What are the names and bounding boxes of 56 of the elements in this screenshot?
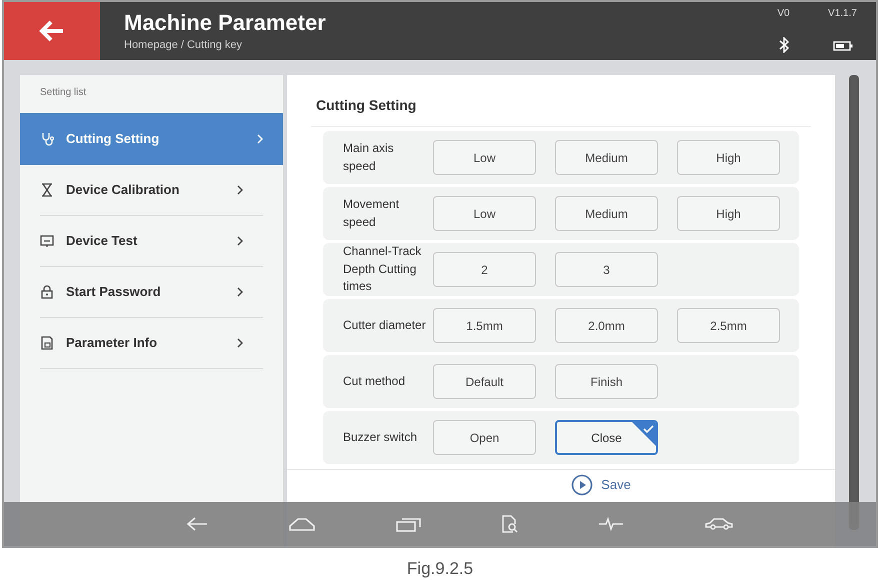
option-button[interactable]: 2 [433, 252, 536, 287]
setting-label: Main axis speed [343, 140, 395, 174]
option-button[interactable]: 2.0mm [555, 308, 658, 343]
option-button[interactable]: Low [433, 196, 536, 231]
option-button[interactable]: 1.5mm [433, 308, 536, 343]
document-search-icon[interactable] [502, 515, 518, 533]
back-arrow-icon [39, 20, 65, 42]
sidebar-item[interactable]: Cutting Setting [20, 113, 283, 165]
option-button[interactable]: 2.5mm [677, 308, 780, 343]
chevron-right-icon [237, 287, 243, 297]
option-button[interactable]: Finish [555, 364, 658, 399]
setting-label: Channel-Track Depth Cutting times [343, 243, 422, 296]
setting-label: Buzzer switch [343, 428, 418, 446]
back-icon[interactable] [186, 516, 208, 532]
chevron-right-icon [237, 236, 243, 246]
figure-caption: Fig.9.2.5 [406, 558, 474, 580]
option-button[interactable]: Close [555, 420, 658, 455]
chevron-right-icon [237, 338, 243, 348]
sidebar-title: Setting list [39, 86, 88, 100]
sidebar-item[interactable]: Start Password [40, 267, 263, 318]
monitor-icon [40, 234, 54, 248]
setting-label: Movement speed [343, 196, 400, 230]
page-title: Machine Parameter [124, 9, 327, 36]
breadcrumb: Homepage / Cutting key [124, 38, 244, 52]
lock-icon [40, 285, 54, 299]
chevron-right-icon [257, 134, 263, 144]
battery-icon [832, 40, 852, 50]
sidebar-item[interactable]: Device Test [40, 216, 263, 267]
pulse-icon[interactable] [598, 517, 624, 531]
setting-label: Cutter diameter [343, 316, 427, 334]
option-button[interactable]: Open [433, 420, 536, 455]
setting-label: Cut method [343, 372, 406, 390]
sidebar-item[interactable]: Device Calibration [40, 165, 263, 216]
hourglass-icon [40, 183, 54, 197]
option-button[interactable]: Medium [555, 140, 658, 175]
option-button[interactable]: Low [433, 140, 536, 175]
panel-title: Cutting Setting [315, 96, 418, 115]
sidebar-item[interactable]: Parameter Info [40, 318, 263, 369]
option-button[interactable]: High [677, 196, 780, 231]
recent-apps-icon[interactable] [396, 516, 422, 532]
chevron-right-icon [237, 185, 243, 195]
version-label: V0 [777, 7, 790, 21]
option-button[interactable]: 3 [555, 252, 658, 287]
bluetooth-icon [778, 36, 788, 52]
save-button[interactable]: Save [571, 474, 631, 496]
play-circle-icon [571, 474, 594, 496]
back-button[interactable] [4, 2, 100, 60]
check-corner-icon [632, 422, 656, 446]
car-icon[interactable] [704, 517, 734, 531]
option-button[interactable]: Default [433, 364, 536, 399]
home-icon[interactable] [288, 517, 316, 531]
document-icon [40, 336, 54, 350]
version-label: V1.1.7 [828, 7, 857, 21]
option-button[interactable]: High [677, 140, 780, 175]
stethoscope-icon [40, 132, 54, 146]
option-button[interactable]: Medium [555, 196, 658, 231]
